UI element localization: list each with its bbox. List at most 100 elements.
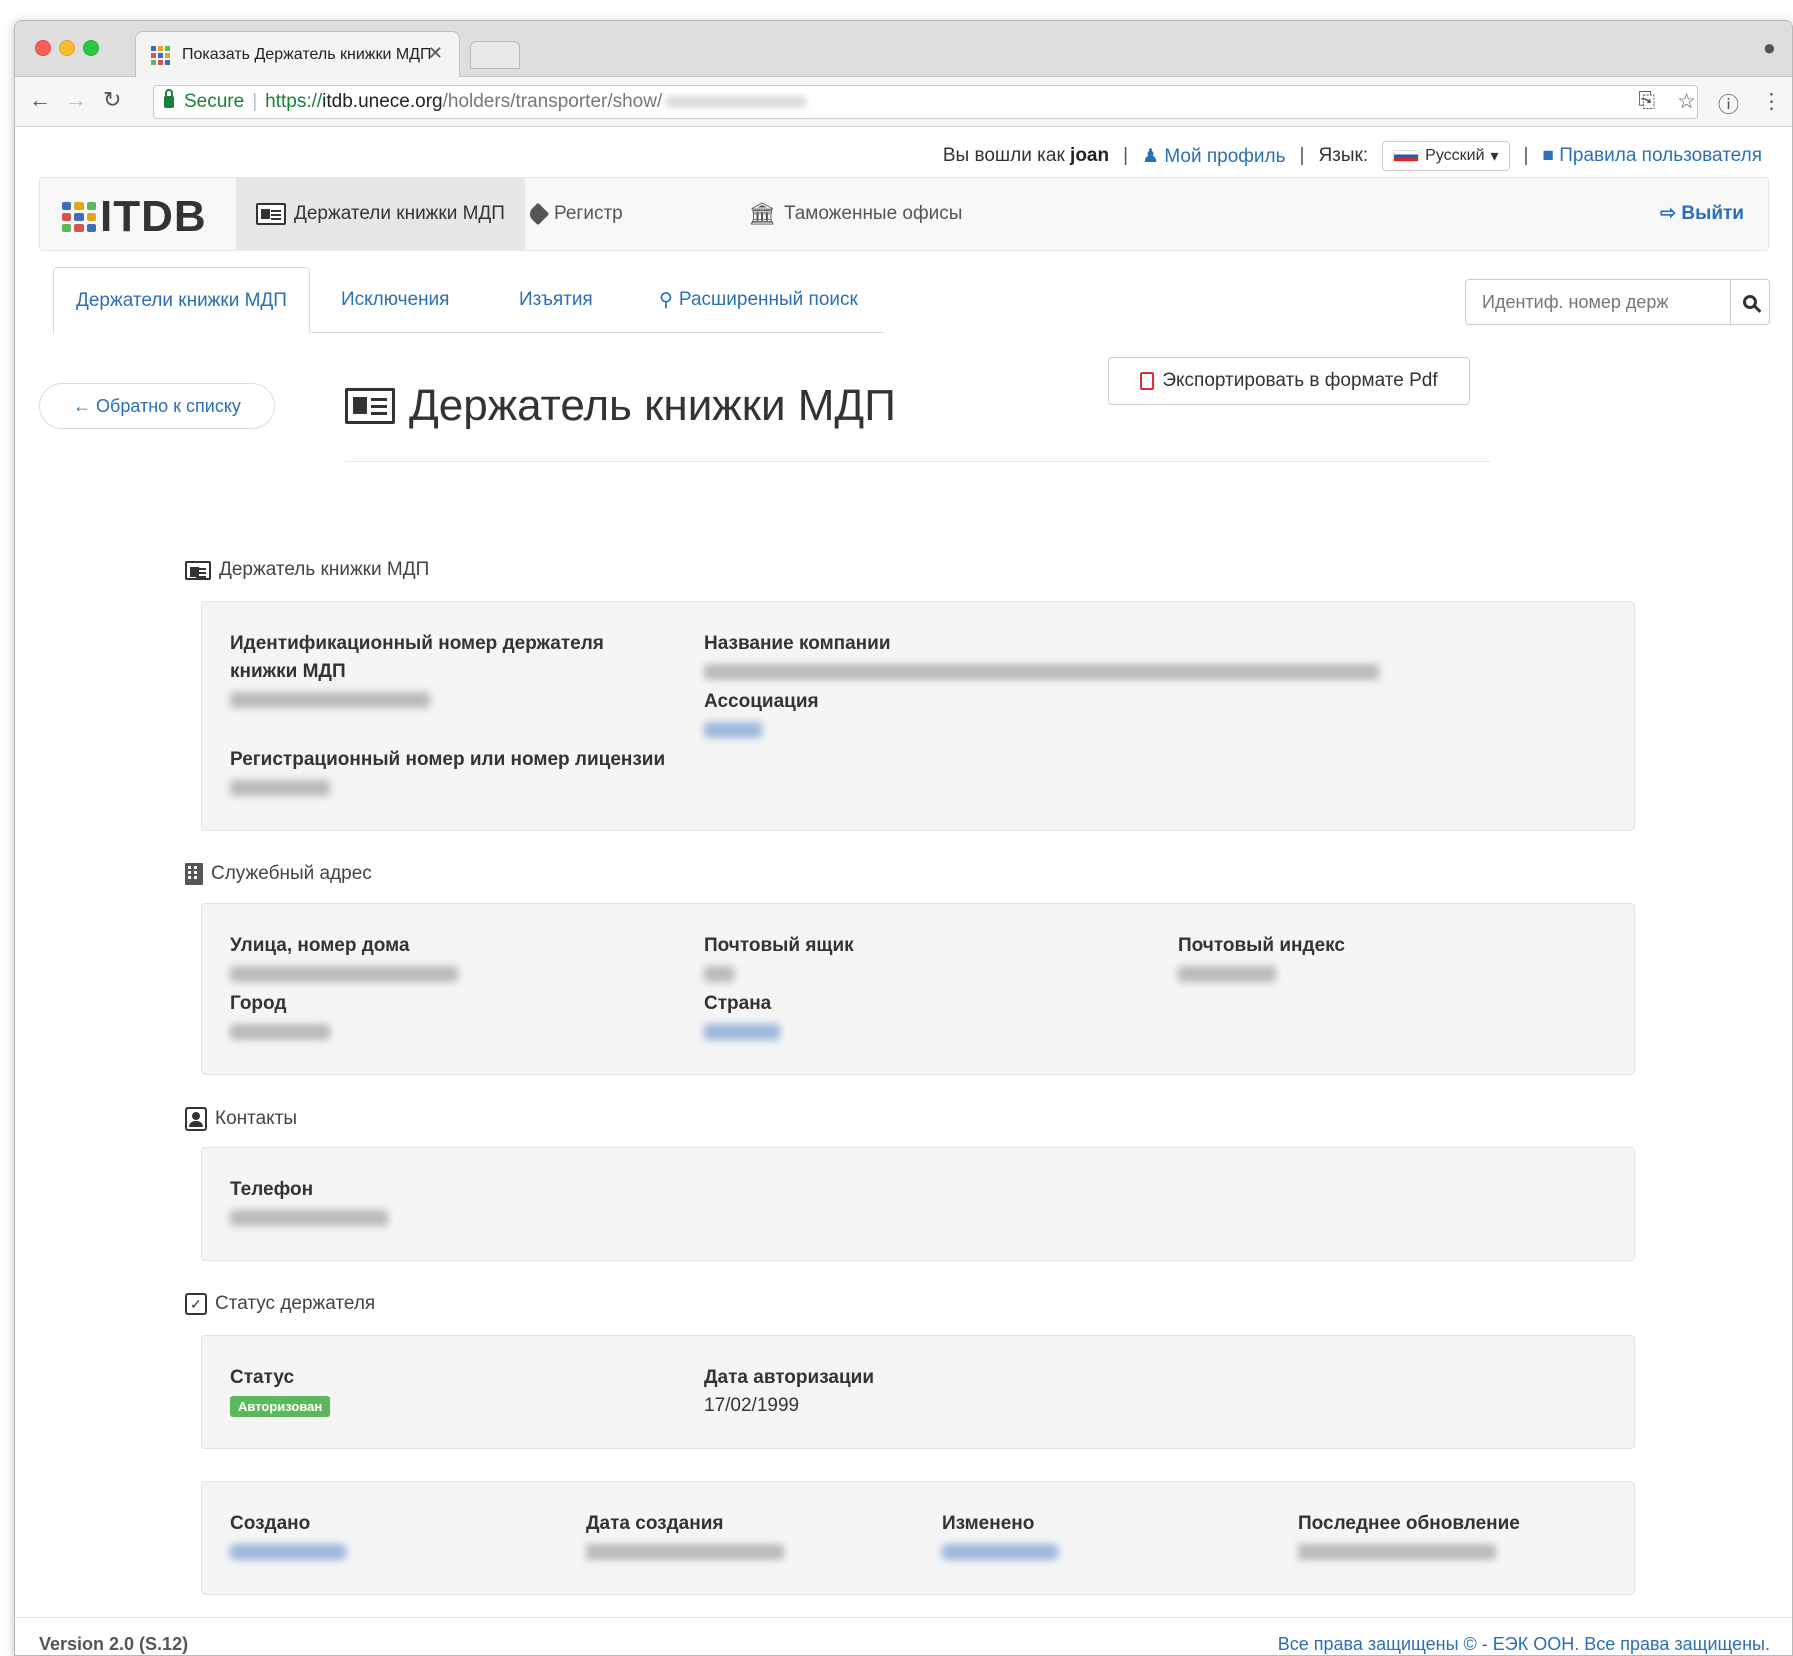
language-select[interactable]: Русский ▾ <box>1382 141 1510 171</box>
tab-withdrawals[interactable]: Изъятия <box>497 267 615 333</box>
contacts-panel: Телефон <box>201 1147 1635 1261</box>
section-heading-contacts: Контакты <box>185 1107 297 1131</box>
creation-date-label: Дата создания <box>586 1513 724 1534</box>
divider: | <box>1523 145 1529 166</box>
sign-out-icon: ⇨ <box>1660 203 1677 224</box>
status-label: Статус <box>230 1367 295 1388</box>
user-rules-link[interactable]: ■ Правила пользователя <box>1542 145 1762 167</box>
postal-code-label: Почтовый индекс <box>1178 935 1345 956</box>
close-tab-icon[interactable]: ✕ <box>428 43 443 64</box>
address-bar-row: ← → ↻ Secure | https:// itdb.unece.org /… <box>15 77 1792 127</box>
association-field: Ассоциация <box>704 688 1104 744</box>
divider: | <box>1123 145 1129 166</box>
my-profile-link[interactable]: ♟ Мой профиль <box>1142 145 1285 168</box>
phone-value-redacted <box>230 1210 388 1226</box>
itdb-favicon-icon <box>151 46 170 65</box>
info-icon[interactable]: ⓘ <box>1718 89 1739 119</box>
company-name-field: Название компании <box>704 630 1404 686</box>
minimize-window-button[interactable] <box>59 40 75 56</box>
bookmark-star-icon[interactable]: ☆ <box>1677 89 1696 119</box>
created-by-field: Создано <box>230 1510 346 1566</box>
status-badge: Авторизован <box>230 1396 331 1417</box>
phone-field: Телефон <box>230 1176 388 1232</box>
new-tab-button[interactable] <box>470 41 520 69</box>
association-label: Ассоциация <box>704 691 819 712</box>
url-scheme: https:// <box>265 91 323 112</box>
holder-id-label: Идентификационный номер держателя книжки… <box>230 633 604 682</box>
po-box-field: Почтовый ящик <box>704 932 854 988</box>
created-by-label: Создано <box>230 1513 311 1534</box>
modified-by-label: Изменено <box>942 1513 1035 1534</box>
tab-holders[interactable]: Держатели книжки МДП <box>53 267 310 334</box>
tab-advanced-search[interactable]: ⚲ Расширенный поиск <box>637 267 880 333</box>
export-pdf-button[interactable]: Экспортировать в формате Pdf <box>1108 357 1470 405</box>
audit-panel: Создано Дата создания Изменено Последнее… <box>201 1481 1635 1595</box>
auth-date-value: 17/02/1999 <box>704 1395 800 1416</box>
postal-code-field: Почтовый индекс <box>1178 932 1345 988</box>
tab-exclusions[interactable]: Исключения <box>319 267 471 333</box>
city-label: Город <box>230 993 287 1014</box>
tab-strip: Показать Держатель книжки МДП ✕ ● <box>15 21 1792 78</box>
reload-icon[interactable]: ↻ <box>103 87 121 113</box>
modified-by-link-redacted[interactable] <box>942 1544 1058 1560</box>
browser-tab[interactable]: Показать Держатель книжки МДП ✕ <box>135 31 460 78</box>
last-update-value-redacted <box>1298 1544 1496 1560</box>
section-heading-address: Служебный адрес <box>185 863 372 885</box>
divider: | <box>1299 145 1305 166</box>
page-content: Вы вошли как joan | ♟ Мой профиль | Язык… <box>15 127 1792 1655</box>
secure-indicator[interactable]: Secure <box>164 89 244 113</box>
url-separator: | <box>252 91 258 112</box>
contact-card-icon <box>185 1107 207 1131</box>
holder-details-panel: Идентификационный номер держателя книжки… <box>201 601 1635 831</box>
po-box-label: Почтовый ящик <box>704 935 854 956</box>
maximize-window-button[interactable] <box>83 40 99 56</box>
street-value-redacted <box>230 966 458 982</box>
address-panel: Улица, номер дома Город Почтовый ящик Ст… <box>201 903 1635 1075</box>
page-footer: Version 2.0 (S.12) Все права защищены © … <box>15 1617 1792 1655</box>
menu-icon[interactable]: ⋮ <box>1761 89 1782 119</box>
creation-date-value-redacted <box>586 1544 784 1560</box>
forward-arrow-icon[interactable]: → <box>65 87 87 113</box>
browser-window: Показать Держатель книжки МДП ✕ ● ← → ↻ … <box>14 20 1793 1656</box>
postal-code-value-redacted <box>1178 966 1276 982</box>
url-redacted-id <box>666 96 807 108</box>
status-panel: Статус Авторизован Дата авторизации 17/0… <box>201 1335 1635 1449</box>
calendar-check-icon <box>185 1293 207 1315</box>
registration-number-label: Регистрационный номер или номер лицензии <box>230 749 666 770</box>
profile-icon[interactable]: ● <box>1763 35 1776 61</box>
city-field: Город <box>230 990 330 1046</box>
logged-in-text: Вы вошли как joan <box>942 145 1110 166</box>
translate-icon[interactable]: ⎘ <box>1638 89 1655 119</box>
close-window-button[interactable] <box>35 40 51 56</box>
nav-item-holders[interactable]: Держатели книжки МДП <box>236 178 525 250</box>
sub-tabs: Держатели книжки МДП Исключения Изъятия … <box>53 267 883 334</box>
itdb-logo[interactable]: ITDB <box>62 192 207 242</box>
association-link-redacted[interactable] <box>704 722 762 738</box>
holder-id-search-input[interactable] <box>1465 279 1731 325</box>
url-host: itdb.unece.org <box>322 91 443 112</box>
search-icon <box>1743 295 1757 309</box>
company-name-label: Название компании <box>704 633 891 654</box>
country-link-redacted[interactable] <box>704 1024 780 1040</box>
nav-item-registry[interactable]: Регистр <box>510 178 643 250</box>
language-label: Язык: <box>1318 145 1369 166</box>
po-box-value-redacted <box>704 966 734 982</box>
page-title: Держатель книжки МДП <box>345 381 896 431</box>
city-value-redacted <box>230 1024 330 1040</box>
created-by-link-redacted[interactable] <box>230 1544 346 1560</box>
id-card-icon <box>256 203 286 225</box>
search-button[interactable] <box>1731 279 1770 325</box>
registration-number-value-redacted <box>230 780 330 796</box>
id-card-icon <box>345 388 395 424</box>
auth-date-label: Дата авторизации <box>704 1367 874 1388</box>
back-arrow-icon[interactable]: ← <box>29 87 51 113</box>
url-field[interactable]: Secure | https:// itdb.unece.org /holder… <box>153 85 1698 119</box>
id-card-icon <box>185 560 211 580</box>
copyright-link[interactable]: Все права защищены © - ЕЭК ООН. Все прав… <box>1278 1634 1770 1655</box>
nav-item-customs-offices[interactable]: 🏛 Таможенные офисы <box>728 178 982 250</box>
section-heading-status: Статус держателя <box>185 1293 375 1315</box>
search-icon: ⚲ <box>659 289 673 311</box>
logout-button[interactable]: ⇨ Выйти <box>1660 202 1744 225</box>
back-to-list-button[interactable]: ← Обратно к списку <box>39 383 275 429</box>
creation-date-field: Дата создания <box>586 1510 784 1566</box>
